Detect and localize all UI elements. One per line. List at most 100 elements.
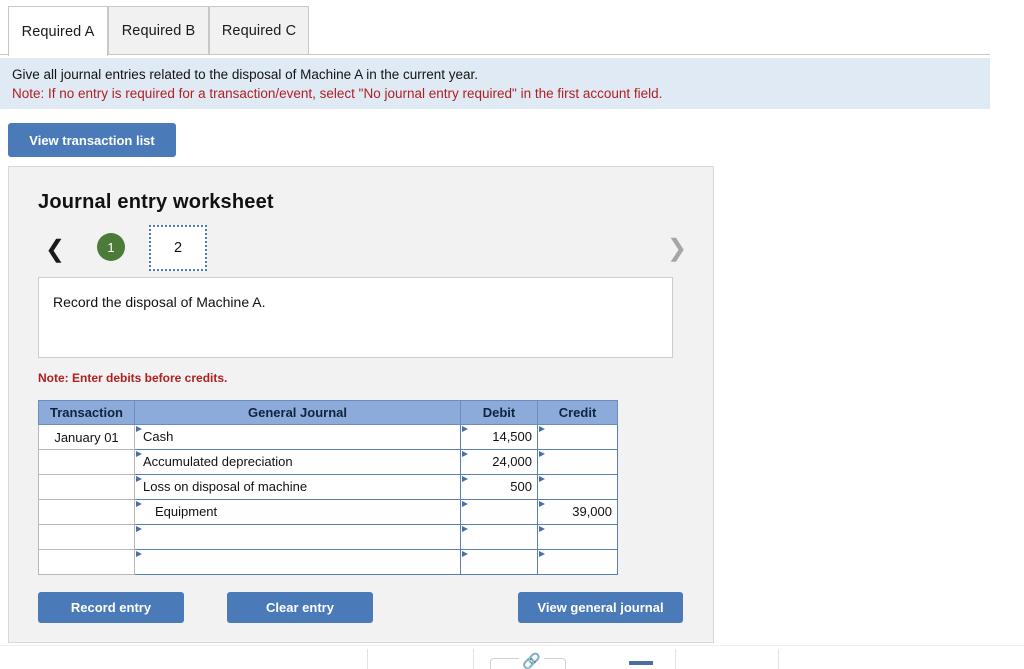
cell-credit-value	[538, 426, 617, 448]
toolbar-divider	[473, 649, 474, 669]
cell-account-value: Equipment	[155, 504, 218, 519]
dropdown-marker-icon	[136, 526, 142, 532]
cell-account-value: Loss on disposal of machine	[143, 479, 308, 494]
table-row	[38, 549, 618, 575]
cell-debit[interactable]	[460, 524, 538, 550]
chevron-right-icon[interactable]: ❯	[667, 237, 687, 261]
header-debit: Debit	[460, 400, 538, 425]
view-transaction-list-button[interactable]: View transaction list	[8, 123, 176, 157]
cell-account[interactable]: Equipment	[134, 499, 461, 525]
cell-credit[interactable]: 39,000	[537, 499, 618, 525]
entry-pager: ❮ 1 2 ❯	[9, 225, 715, 277]
cell-debit[interactable]: 24,000	[460, 449, 538, 475]
dropdown-marker-icon	[136, 501, 142, 507]
cell-account-value: Accumulated depreciation	[143, 454, 293, 469]
cell-account[interactable]: Cash	[134, 424, 461, 450]
dropdown-marker-icon	[462, 501, 468, 507]
cell-credit[interactable]	[537, 524, 618, 550]
dropdown-marker-icon	[462, 451, 468, 457]
journal-entry-worksheet-panel: Journal entry worksheet ❮ 1 2 ❯ Record t…	[8, 166, 714, 643]
tab-required-b[interactable]: Required B	[108, 6, 209, 55]
toolbar-divider	[675, 649, 676, 669]
table-row: January 01 Cash 14,500	[38, 424, 618, 450]
cell-transaction-date[interactable]	[38, 474, 135, 500]
dropdown-marker-icon	[136, 551, 142, 557]
dropdown-marker-icon	[539, 451, 545, 457]
cell-account-value	[135, 526, 460, 548]
dropdown-marker-icon	[136, 426, 142, 432]
cell-credit-value: 39,000	[572, 504, 612, 519]
view-general-journal-button[interactable]: View general journal	[518, 592, 683, 623]
cell-account[interactable]	[134, 524, 461, 550]
cell-account[interactable]	[134, 549, 461, 575]
table-header-row: Transaction General Journal Debit Credit	[38, 400, 618, 425]
table-row: Equipment 39,000	[38, 499, 618, 525]
record-entry-button[interactable]: Record entry	[38, 592, 184, 623]
dropdown-marker-icon	[539, 426, 545, 432]
dropdown-marker-icon	[462, 476, 468, 482]
cell-transaction-date[interactable]	[38, 499, 135, 525]
dropdown-marker-icon	[462, 551, 468, 557]
cell-debit-value	[461, 551, 537, 573]
cell-debit[interactable]: 500	[460, 474, 538, 500]
dropdown-marker-icon	[462, 426, 468, 432]
cell-credit-value	[538, 551, 617, 573]
tab-required-a[interactable]: Required A	[8, 6, 108, 56]
toolbar-divider	[367, 649, 368, 669]
page-root: Required A Required B Required C Give al…	[0, 0, 1024, 669]
cell-transaction-date[interactable]	[38, 449, 135, 475]
cell-account-value	[135, 551, 460, 573]
dropdown-marker-icon	[136, 476, 142, 482]
required-tabs: Required A Required B Required C	[0, 0, 990, 56]
cell-credit-value	[538, 476, 617, 498]
tab-required-c-label: Required C	[221, 23, 297, 39]
tab-required-a-label: Required A	[21, 23, 95, 40]
cell-transaction-date[interactable]	[38, 549, 135, 575]
cell-account[interactable]: Loss on disposal of machine	[134, 474, 461, 500]
cell-credit[interactable]	[537, 424, 618, 450]
cell-transaction-date[interactable]	[38, 524, 135, 550]
dropdown-marker-icon	[462, 526, 468, 532]
cell-credit[interactable]	[537, 449, 618, 475]
dropdown-marker-icon	[539, 501, 545, 507]
cell-debit-value	[461, 526, 537, 548]
entry-description-box: Record the disposal of Machine A.	[38, 277, 673, 358]
dropdown-marker-icon	[539, 551, 545, 557]
cell-account[interactable]: Accumulated depreciation	[134, 449, 461, 475]
clear-entry-button[interactable]: Clear entry	[227, 592, 373, 623]
link-chain-icon[interactable]: 🔗	[519, 654, 544, 669]
table-row: Accumulated depreciation 24,000	[38, 449, 618, 475]
journal-entry-table: Transaction General Journal Debit Credit…	[38, 400, 618, 575]
instruction-text: Give all journal entries related to the …	[12, 67, 479, 82]
toolbar-divider	[778, 649, 779, 669]
bottom-toolbar	[0, 645, 1024, 669]
cell-transaction-date[interactable]: January 01	[38, 424, 135, 450]
chevron-left-icon[interactable]: ❮	[45, 238, 65, 262]
cell-debit[interactable]	[460, 549, 538, 575]
worksheet-title: Journal entry worksheet	[38, 191, 274, 213]
entry-step-2-label: 2	[173, 240, 183, 256]
toolbar-dashes-indicator	[629, 661, 653, 665]
cell-debit[interactable]	[460, 499, 538, 525]
cell-debit-value: 14,500	[492, 429, 532, 444]
entry-step-2[interactable]: 2	[149, 225, 207, 271]
debits-note: Note: Enter debits before credits.	[38, 371, 228, 385]
table-row	[38, 524, 618, 550]
cell-credit[interactable]	[537, 474, 618, 500]
instruction-note: Note: If no entry is required for a tran…	[12, 86, 663, 101]
header-general-journal: General Journal	[134, 400, 461, 425]
entry-step-1-label: 1	[107, 239, 115, 255]
header-transaction: Transaction	[38, 400, 135, 425]
cell-debit-value: 24,000	[492, 454, 532, 469]
cell-debit[interactable]: 14,500	[460, 424, 538, 450]
header-credit: Credit	[537, 400, 618, 425]
instruction-banner: Give all journal entries related to the …	[0, 58, 990, 109]
cell-credit[interactable]	[537, 549, 618, 575]
tab-underline	[0, 54, 990, 55]
tab-required-b-label: Required B	[121, 23, 196, 39]
tab-required-c[interactable]: Required C	[209, 6, 309, 55]
cell-debit-value	[461, 501, 537, 523]
entry-step-1[interactable]: 1	[97, 233, 125, 261]
dropdown-marker-icon	[136, 451, 142, 457]
table-row: Loss on disposal of machine 500	[38, 474, 618, 500]
